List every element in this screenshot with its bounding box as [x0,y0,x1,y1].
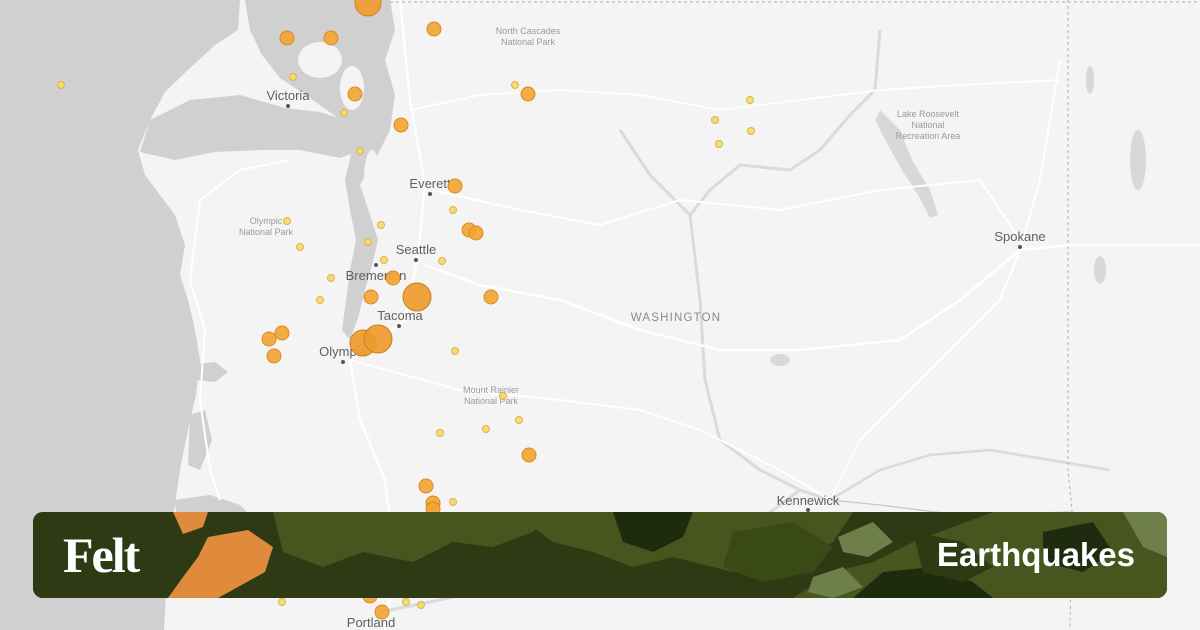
earthquake-marker[interactable] [340,109,348,117]
felt-logo[interactable]: Felt [63,526,140,584]
city-dot [341,360,345,364]
earthquake-marker[interactable] [468,225,484,241]
earthquake-marker[interactable] [261,331,277,347]
city-portland[interactable]: Portland [347,615,395,630]
park-label-line: National Park [464,396,519,406]
earthquake-marker[interactable] [482,425,490,433]
earthquake-marker[interactable] [747,127,755,135]
earthquake-marker[interactable] [57,81,65,89]
earthquake-marker[interactable] [746,96,754,104]
earthquake-marker[interactable] [449,206,457,214]
city-label: Spokane [994,229,1045,244]
earthquake-marker[interactable] [323,30,339,46]
earthquake-marker[interactable] [711,116,719,124]
earthquake-marker[interactable] [377,221,385,229]
earthquake-marker[interactable] [449,498,457,506]
coeur-d-alene-lake [1094,256,1106,284]
earthquake-marker[interactable] [402,598,410,606]
earthquake-marker[interactable] [327,274,335,282]
earthquake-marker[interactable] [296,243,304,251]
earthquake-marker[interactable] [380,256,388,264]
park-north-cascades: North Cascades National Park [496,26,561,47]
earthquake-marker[interactable] [515,416,523,424]
san-juan-island [298,42,342,78]
park-label-line: Mount Rainier [463,385,519,395]
city-label: Everett [409,176,451,191]
earthquake-marker[interactable] [426,21,442,37]
earthquake-marker[interactable] [520,86,536,102]
earthquake-marker[interactable] [715,140,723,148]
earthquake-marker[interactable] [274,325,290,341]
park-label-line: North Cascades [496,26,561,36]
earthquake-marker[interactable] [438,257,446,265]
priest-lake [1086,66,1094,94]
earthquake-marker[interactable] [483,289,499,305]
earthquake-marker[interactable] [283,217,291,225]
earthquake-marker[interactable] [356,147,364,155]
park-label-line: National Park [501,37,556,47]
city-dot [286,104,290,108]
whidbey-island [364,150,380,210]
earthquake-marker[interactable] [289,73,297,81]
city-dot [397,324,401,328]
earthquake-marker[interactable] [511,81,519,89]
earthquake-marker[interactable] [451,347,459,355]
earthquake-marker[interactable] [385,270,401,286]
park-label-line: National [911,120,944,130]
earthquake-marker[interactable] [402,282,432,312]
earthquake-marker[interactable] [374,604,390,620]
title-banner: Felt Earthquakes [33,512,1167,598]
earthquake-marker[interactable] [521,447,537,463]
earthquake-marker[interactable] [364,238,372,246]
earthquake-marker[interactable] [278,598,286,606]
lake-pend-oreille [1130,130,1146,190]
park-label-line: Recreation Area [896,131,961,141]
city-label: Victoria [266,88,310,103]
park-mount-rainier: Mount Rainier National Park [463,385,519,406]
earthquake-marker[interactable] [447,178,463,194]
earthquake-marker[interactable] [417,601,425,609]
earthquake-marker[interactable] [499,392,507,400]
moses-lake [770,354,790,366]
map-stage: WASHINGTON Victoria Everett Seattle Brem… [0,0,1200,630]
earthquake-marker[interactable] [279,30,295,46]
city-dot [374,263,378,267]
earthquake-marker[interactable] [316,296,324,304]
park-label-line: National Park [239,227,294,237]
state-label: WASHINGTON [631,312,722,324]
banner-title: Earthquakes [936,536,1135,573]
city-dot [1018,245,1022,249]
earthquake-marker[interactable] [436,429,444,437]
park-label-line: Lake Roosevelt [897,109,960,119]
earthquake-marker[interactable] [266,348,282,364]
earthquake-marker[interactable] [363,324,393,354]
earthquake-marker[interactable] [363,289,379,305]
earthquake-marker[interactable] [418,478,434,494]
earthquake-marker[interactable] [393,117,409,133]
city-dot [414,258,418,262]
city-label: Portland [347,615,395,630]
park-label-line: Olympic [250,216,283,226]
earthquake-marker[interactable] [347,86,363,102]
city-label: Kennewick [777,493,840,508]
city-label: Seattle [396,242,436,257]
city-dot [428,192,432,196]
